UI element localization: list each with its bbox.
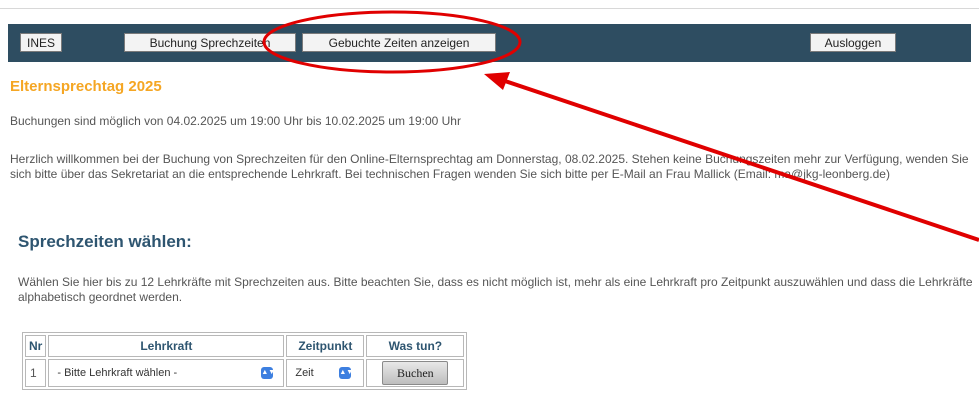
annotation-arrow-line <box>501 78 979 242</box>
highlight-ellipse <box>262 10 522 74</box>
annotation-overlay <box>262 10 979 242</box>
annotation-arrow-head <box>484 72 510 90</box>
